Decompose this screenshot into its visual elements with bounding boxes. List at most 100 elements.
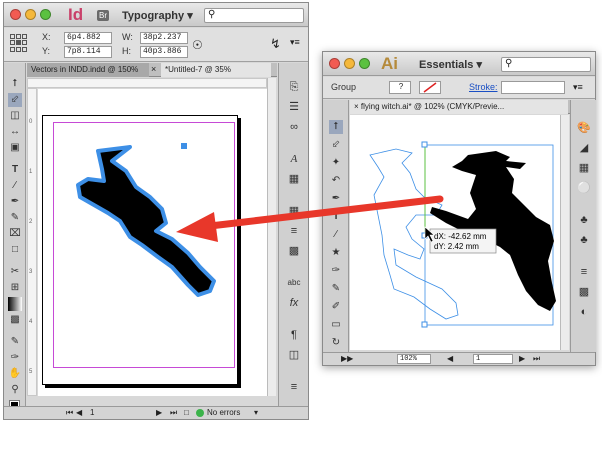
glyphs-icon[interactable]: abc — [285, 275, 303, 291]
next-artboard-icon[interactable]: ▶ — [519, 353, 525, 365]
help-search-input[interactable]: ⚲ — [204, 8, 304, 23]
panel-menu-icon[interactable]: ▾≡ — [290, 37, 300, 48]
reference-point-icon[interactable] — [10, 34, 28, 52]
stroke-weight-field[interactable] — [501, 81, 565, 94]
pen-icon[interactable]: ✒ — [8, 195, 22, 209]
zoom-window-button[interactable] — [359, 58, 370, 69]
tab-vectors-in-indd[interactable]: Vectors in INDD.indd @ 150% — [27, 63, 149, 77]
last-artboard-icon[interactable]: ⏭ — [533, 353, 540, 365]
close-window-button[interactable] — [10, 9, 21, 20]
gradient-swatch-icon[interactable] — [8, 297, 22, 311]
paintbrush-icon[interactable]: ✑ — [329, 264, 343, 278]
content-collector-icon[interactable]: ▣ — [8, 141, 22, 155]
y-field[interactable]: 7p8.114 — [64, 46, 112, 58]
page-tool-icon[interactable]: ◫ — [8, 109, 22, 123]
placed-witch-graphic[interactable] — [38, 89, 267, 396]
direct-selection-icon[interactable]: ⬃ — [8, 93, 22, 107]
paragraph-styles-icon[interactable]: ▦ — [285, 171, 303, 187]
stroke-link[interactable]: Stroke: — [469, 82, 498, 92]
line-icon[interactable]: ∕ — [8, 179, 22, 193]
bridge-button[interactable]: Br — [97, 10, 109, 21]
type-icon[interactable]: T — [329, 210, 343, 224]
hand-icon[interactable]: ✋ — [8, 367, 22, 381]
close-window-button[interactable] — [329, 58, 340, 69]
h-field[interactable]: 40p3.886 — [140, 46, 188, 58]
brushes-icon[interactable]: ⚪ — [575, 180, 593, 196]
workspace-switcher[interactable]: Typography ▾ — [122, 9, 193, 22]
close-tab-icon[interactable]: × — [354, 102, 359, 111]
indesign-pasteboard[interactable] — [38, 89, 267, 396]
tab-flying-witch[interactable]: × flying witch.ai* @ 102% (CMYK/Previe..… — [350, 100, 568, 114]
artboard-nav-icon[interactable]: ▶▶ — [341, 353, 353, 365]
zoom-window-button[interactable] — [40, 9, 51, 20]
color-guide-icon[interactable]: ◢ — [575, 140, 593, 156]
lasso-icon[interactable]: ↶ — [329, 174, 343, 188]
panel-menu-icon[interactable]: ▾≡ — [573, 82, 583, 93]
preflight-menu-icon[interactable]: ▾ — [254, 407, 258, 419]
color-icon[interactable]: 🎨 — [575, 120, 593, 136]
stroke-icon[interactable]: ≡ — [285, 223, 303, 239]
symbols-icon[interactable]: ♣ — [575, 212, 593, 228]
illustrator-canvas[interactable]: dX: -42.62 mm dY: 2.42 mm — [350, 115, 560, 350]
links-icon[interactable]: ∞ — [285, 119, 303, 135]
rectangle-icon[interactable]: ★ — [329, 246, 343, 260]
character-icon[interactable]: A — [285, 151, 303, 167]
open-document-icon[interactable]: □ — [184, 407, 189, 419]
gradient-icon[interactable]: ▩ — [285, 243, 303, 259]
help-search-input[interactable]: ⚲ — [501, 57, 591, 72]
pen-icon[interactable]: ✒ — [329, 192, 343, 206]
constrain-proportions-icon[interactable]: ☉ — [192, 38, 203, 52]
gap-tool-icon[interactable]: ↔ — [8, 125, 22, 139]
quick-apply-icon[interactable]: ↯ — [270, 36, 281, 52]
gradient-feather-icon[interactable]: ▩ — [8, 313, 22, 327]
vertical-scrollbar[interactable] — [560, 115, 569, 350]
zoom-icon[interactable]: ⚲ — [8, 383, 22, 397]
fill-color-dropdown[interactable]: ? — [389, 81, 411, 94]
direct-selection-icon[interactable]: ⬃ — [329, 138, 343, 152]
previous-artboard-icon[interactable]: ◀ — [447, 353, 453, 365]
bounding-handle[interactable] — [421, 321, 428, 328]
minimize-window-button[interactable] — [344, 58, 355, 69]
effects-icon[interactable]: fx — [285, 295, 303, 311]
rotate-icon[interactable]: ↻ — [329, 336, 343, 350]
appearance-icon[interactable]: ◐ — [575, 304, 593, 320]
swatches-icon[interactable]: ▦ — [285, 203, 303, 219]
selection-handle[interactable] — [181, 143, 187, 149]
selection-icon[interactable]: ⭡ — [8, 77, 22, 91]
artboard-field[interactable]: 1 — [473, 354, 513, 364]
rectangle-icon[interactable]: □ — [8, 243, 22, 257]
swatches-icon[interactable]: ▦ — [575, 160, 593, 176]
type-icon[interactable]: T — [8, 163, 22, 177]
stroke-icon[interactable]: ♣ — [575, 232, 593, 248]
blob-brush-icon[interactable]: ✐ — [329, 300, 343, 314]
eraser-icon[interactable]: ▭ — [329, 318, 343, 332]
x-field[interactable]: 6p4.882 — [64, 32, 112, 44]
pages-icon[interactable]: ⎘ — [285, 79, 303, 95]
pencil-icon[interactable]: ✎ — [8, 211, 22, 225]
zoom-field[interactable]: 102% — [397, 354, 431, 364]
close-tab-icon[interactable]: × — [151, 64, 156, 74]
workspace-switcher[interactable]: Essentials ▾ — [419, 58, 482, 71]
layers-icon[interactable]: ☰ — [285, 99, 303, 115]
previous-page-icon[interactable]: ◀ — [76, 407, 82, 419]
next-page-icon[interactable]: ▶ — [156, 407, 162, 419]
last-page-icon[interactable]: ⏭ — [170, 407, 177, 419]
w-field[interactable]: 38p2.237 — [140, 32, 188, 44]
minimize-window-button[interactable] — [25, 9, 36, 20]
page-number-field[interactable]: 1 — [90, 407, 94, 419]
scissors-icon[interactable]: ✂ — [8, 265, 22, 279]
magic-wand-icon[interactable]: ✦ — [329, 156, 343, 170]
object-styles-icon[interactable]: ¶ — [285, 327, 303, 343]
free-transform-icon[interactable]: ⊞ — [8, 281, 22, 295]
pencil-icon[interactable]: ✎ — [329, 282, 343, 296]
stroke-color-dropdown[interactable] — [419, 81, 441, 94]
gradient-icon[interactable]: ≡ — [575, 264, 593, 280]
rectangle-frame-icon[interactable]: ⌧ — [8, 227, 22, 241]
witch-artwork[interactable]: dX: -42.62 mm dY: 2.42 mm — [350, 115, 560, 350]
note-icon[interactable]: ✎ — [8, 335, 22, 349]
eyedropper-icon[interactable]: ✑ — [8, 351, 22, 365]
first-page-icon[interactable]: ⏮ — [66, 407, 73, 419]
line-icon[interactable]: ∕ — [329, 228, 343, 242]
vertical-scrollbar[interactable] — [267, 78, 276, 396]
transparency-icon[interactable]: ▩ — [575, 284, 593, 300]
